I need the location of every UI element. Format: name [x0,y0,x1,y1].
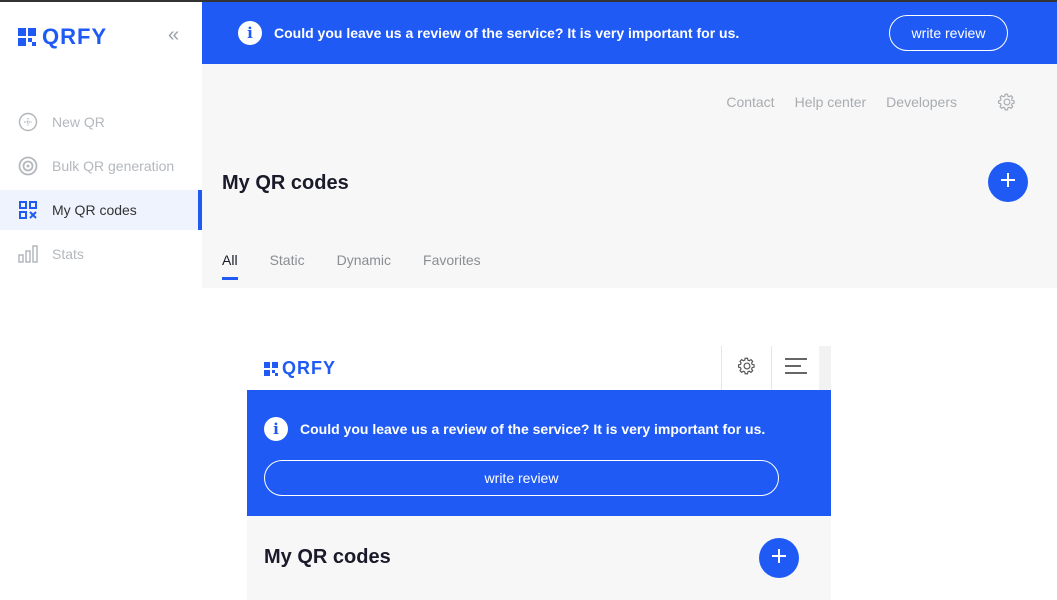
review-banner: i Could you leave us a review of the ser… [202,2,1057,64]
qrfy-logo-icon [264,361,278,376]
contact-link[interactable]: Contact [726,94,774,110]
logo-text: QRFY [42,24,108,49]
mobile-add-qr-button[interactable] [759,538,799,578]
header-links: Contact Help center Developers [726,94,957,110]
page-title: My QR codes [222,172,349,194]
gear-icon [997,93,1017,116]
tab-favorites[interactable]: Favorites [423,252,481,278]
mobile-review-banner: i Could you leave us a review of the ser… [247,390,831,516]
sidebar-item-label: Bulk QR generation [52,158,175,174]
mobile-page-title: My QR codes [264,546,391,568]
mobile-logo[interactable]: QRFY [264,358,336,379]
info-icon: i [238,21,262,45]
tab-dynamic[interactable]: Dynamic [337,252,391,278]
mobile-banner-message: Could you leave us a review of the servi… [300,421,766,437]
plus-icon [770,547,788,570]
bar-chart-icon [18,244,38,264]
sidebar-nav: New QR Bulk QR generation My QR codes St… [0,102,202,278]
sidebar-item-stats[interactable]: Stats [0,234,202,274]
developers-link[interactable]: Developers [886,94,957,110]
sidebar-item-bulk-qr-generation[interactable]: Bulk QR generation [0,146,202,186]
add-qr-button[interactable] [988,162,1028,202]
logo-text: QRFY [282,358,337,378]
target-icon [18,156,38,176]
qr-filter-tabs: All Static Dynamic Favorites [222,252,481,280]
sidebar-item-my-qr-codes[interactable]: My QR codes [0,190,202,230]
tab-all[interactable]: All [222,252,238,280]
qrfy-logo-icon [18,28,36,46]
mobile-settings-button[interactable] [721,346,771,390]
mobile-header: QRFY [247,346,831,390]
sidebar-item-new-qr[interactable]: New QR [0,102,202,142]
info-icon: i [264,417,288,441]
sidebar-item-label: Stats [52,246,84,262]
sidebar-item-label: New QR [52,114,105,130]
gear-icon [737,356,757,381]
main-content: i Could you leave us a review of the ser… [202,2,1057,288]
settings-button[interactable] [997,92,1017,117]
qr-grid-icon [18,200,38,220]
banner-message: Could you leave us a review of the servi… [274,25,740,41]
plus-icon [999,171,1017,194]
mobile-scroll-edge [819,346,831,390]
hamburger-menu-icon [784,357,808,380]
tab-static[interactable]: Static [270,252,305,278]
logo[interactable]: QRFY [18,24,107,50]
mobile-write-review-button[interactable]: write review [264,460,779,496]
plus-circle-icon [18,112,38,132]
double-chevron-left-icon: « [168,24,180,46]
sidebar: QRFY « New QR Bulk QR generation My QR c… [0,2,202,288]
help-center-link[interactable]: Help center [795,94,867,110]
sidebar-item-label: My QR codes [52,202,137,218]
write-review-button[interactable]: write review [889,15,1008,51]
desktop-view: QRFY « New QR Bulk QR generation My QR c… [0,2,1057,288]
collapse-sidebar-button[interactable]: « [168,24,179,47]
mobile-view: QRFY i Could you leave us a review of th… [247,346,831,600]
mobile-menu-button[interactable] [771,346,819,390]
